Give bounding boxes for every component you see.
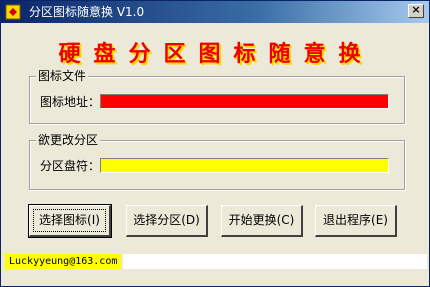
select-partition-button-label: 选择分区(D): [133, 213, 200, 227]
main-window: 分区图标随意换 V1.0 × 硬盘分区图标随意换 图标文件 图标地址： 欲更改分…: [0, 0, 430, 287]
partition-drive-label: 分区盘符：: [40, 159, 101, 173]
icon-file-group: 图标文件 图标地址：: [29, 69, 405, 124]
icon-path-label: 图标地址：: [40, 95, 101, 109]
status-bar: Luckyyeung@163.com: [1, 253, 429, 271]
start-change-button[interactable]: 开始更换(C): [221, 205, 303, 237]
icon-path-field[interactable]: [100, 94, 389, 109]
title-bar[interactable]: 分区图标随意换 V1.0 ×: [1, 1, 429, 23]
close-icon: ×: [411, 3, 421, 16]
close-button[interactable]: ×: [408, 3, 424, 18]
partition-group-label: 欲更改分区: [36, 133, 101, 147]
window-title: 分区图标随意换 V1.0: [29, 5, 145, 19]
focus-rect: [33, 209, 106, 232]
select-icon-button[interactable]: 选择图标(I): [28, 204, 112, 238]
banner-title: 硬盘分区图标随意换: [58, 41, 374, 67]
exit-button[interactable]: 退出程序(E): [315, 205, 397, 237]
partition-group: 欲更改分区 分区盘符：: [29, 133, 405, 190]
app-icon: [5, 4, 21, 20]
select-partition-button[interactable]: 选择分区(D): [126, 205, 208, 237]
icon-file-group-label: 图标文件: [36, 69, 89, 83]
exit-button-label: 退出程序(E): [323, 213, 388, 227]
start-change-button-label: 开始更换(C): [228, 213, 295, 227]
author-email: Luckyyeung@163.com: [5, 254, 122, 269]
partition-drive-field[interactable]: [100, 158, 389, 173]
status-panel: [123, 254, 427, 269]
